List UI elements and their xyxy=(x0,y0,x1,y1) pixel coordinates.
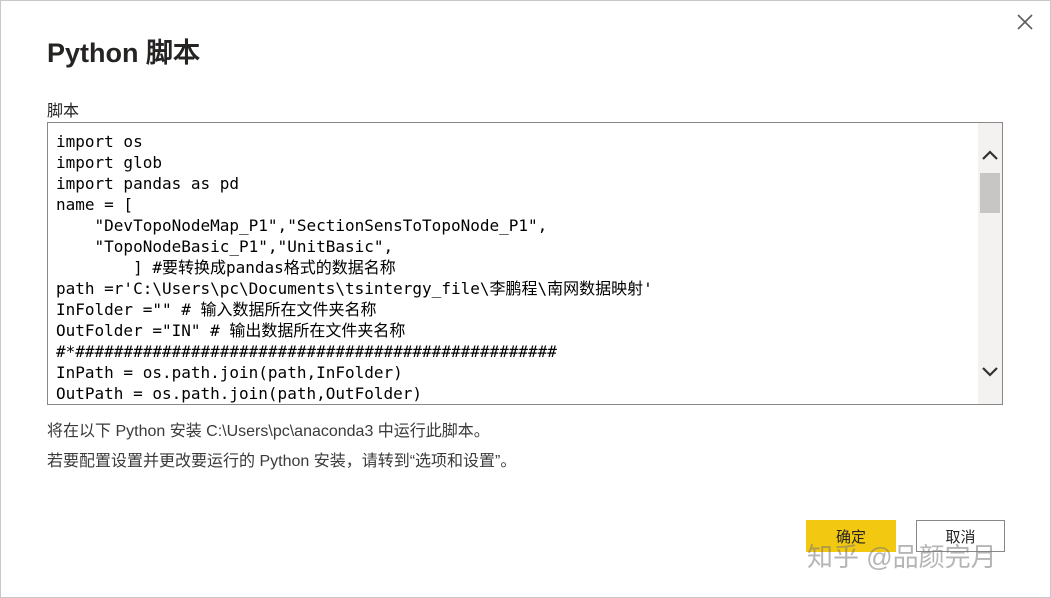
code-line: OutFolder ="IN" # 输出数据所在文件夹名称 xyxy=(56,321,406,340)
close-icon xyxy=(1017,14,1033,30)
code-line: OutPath = os.path.join(path,OutFolder) xyxy=(56,384,423,403)
code-line: "DevTopoNodeMap_P1","SectionSensToTopoNo… xyxy=(56,216,548,235)
script-editor[interactable]: import os import glob import pandas as p… xyxy=(47,122,1003,405)
close-button[interactable] xyxy=(1014,11,1036,33)
code-line: name = [ xyxy=(56,195,134,214)
code-line: import glob xyxy=(56,153,162,172)
python-install-info: 将在以下 Python 安装 C:\Users\pc\anaconda3 中运行… xyxy=(47,423,490,440)
dialog-title: Python 脚本 xyxy=(47,38,200,68)
code-line: ] #要转换成pandas格式的数据名称 xyxy=(56,258,396,277)
cancel-button[interactable]: 取消 xyxy=(916,520,1005,552)
code-line: import pandas as pd xyxy=(56,174,240,193)
code-area[interactable]: import os import glob import pandas as p… xyxy=(56,131,974,404)
scroll-down-button[interactable] xyxy=(978,358,1002,386)
options-hint: 若要配置设置并更改要运行的 Python 安装，请转到“选项和设置”。 xyxy=(47,453,517,470)
code-line: InPath = os.path.join(path,InFolder) xyxy=(56,363,403,382)
vertical-scrollbar[interactable] xyxy=(978,123,1002,404)
python-script-dialog: Python 脚本 脚本 import os import glob impor… xyxy=(0,0,1051,598)
code-line: "TopoNodeBasic_P1","UnitBasic", xyxy=(56,237,394,256)
scroll-thumb[interactable] xyxy=(980,173,1000,213)
code-line: import os xyxy=(56,132,143,151)
code-line: #*######################################… xyxy=(56,342,557,361)
scroll-up-button[interactable] xyxy=(978,141,1002,169)
chevron-down-icon xyxy=(982,367,998,377)
code-line: path =r'C:\Users\pc\Documents\tsintergy_… xyxy=(56,279,653,298)
script-label: 脚本 xyxy=(47,103,80,120)
chevron-up-icon xyxy=(982,150,998,160)
ok-button[interactable]: 确定 xyxy=(806,520,896,552)
code-line: InFolder ="" # 输入数据所在文件夹名称 xyxy=(56,300,377,319)
